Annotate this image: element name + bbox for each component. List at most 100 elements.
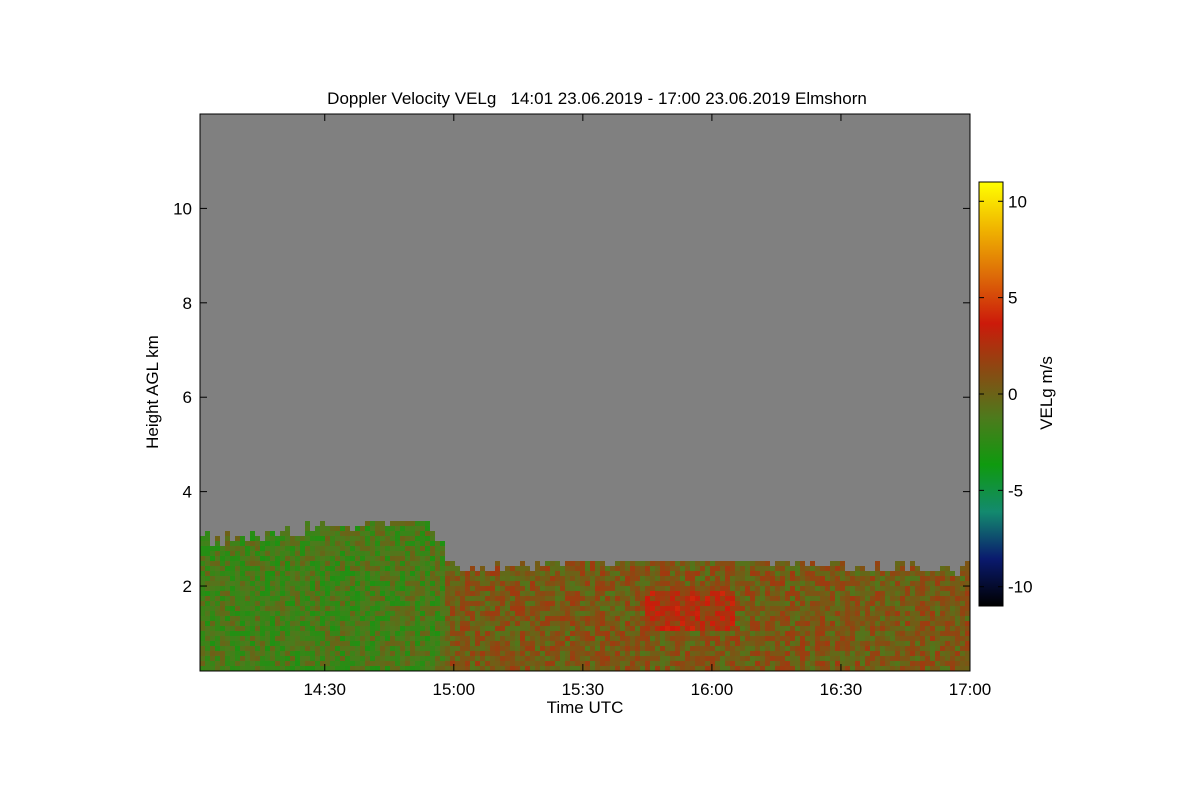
heatmap-cell <box>565 646 570 651</box>
heatmap-cell <box>395 576 400 581</box>
heatmap-cell <box>340 526 345 531</box>
heatmap-cell <box>660 581 665 586</box>
heatmap-cell <box>695 596 700 601</box>
heatmap-cell <box>860 596 865 601</box>
heatmap-cell <box>395 606 400 611</box>
heatmap-cell <box>315 561 320 566</box>
heatmap-cell <box>595 571 600 576</box>
heatmap-cell <box>545 601 550 606</box>
heatmap-cell <box>355 626 360 631</box>
heatmap-cell <box>415 586 420 591</box>
heatmap-cell <box>405 626 410 631</box>
heatmap-cell <box>260 636 265 641</box>
heatmap-cell <box>760 656 765 661</box>
heatmap-cell <box>440 651 445 656</box>
heatmap-cell <box>390 581 395 586</box>
heatmap-cell <box>295 546 300 551</box>
heatmap-cell <box>230 561 235 566</box>
heatmap-cell <box>570 591 575 596</box>
heatmap-cell <box>240 621 245 626</box>
heatmap-cell <box>610 596 615 601</box>
heatmap-cell <box>800 621 805 626</box>
heatmap-cell <box>210 621 215 626</box>
heatmap-cell <box>620 636 625 641</box>
heatmap-cell <box>700 631 705 636</box>
heatmap-cell <box>770 636 775 641</box>
heatmap-cell <box>710 626 715 631</box>
heatmap-cell <box>780 616 785 621</box>
heatmap-cell <box>800 581 805 586</box>
heatmap-cell <box>440 601 445 606</box>
heatmap-cell <box>810 621 815 626</box>
heatmap-cell <box>210 576 215 581</box>
heatmap-cell <box>885 616 890 621</box>
heatmap-cell <box>880 596 885 601</box>
heatmap-cell <box>415 526 420 531</box>
heatmap-cell <box>720 561 725 566</box>
heatmap-cell <box>925 591 930 596</box>
heatmap-cell <box>415 531 420 536</box>
heatmap-cell <box>435 601 440 606</box>
heatmap-cell <box>845 636 850 641</box>
heatmap-cell <box>335 651 340 656</box>
x-tick-label: 16:30 <box>820 680 863 699</box>
heatmap-cell <box>760 666 765 671</box>
heatmap-cell <box>745 621 750 626</box>
heatmap-cell <box>915 571 920 576</box>
heatmap-cell <box>370 646 375 651</box>
heatmap-cell <box>840 581 845 586</box>
heatmap-cell <box>640 621 645 626</box>
colorbar-tick-label: 0 <box>1008 385 1017 404</box>
heatmap-cell <box>730 626 735 631</box>
heatmap-cell <box>965 586 970 591</box>
heatmap-cell <box>345 541 350 546</box>
heatmap-cell <box>875 566 880 571</box>
heatmap-cell <box>890 641 895 646</box>
heatmap-cell <box>285 621 290 626</box>
heatmap-cell <box>450 651 455 656</box>
heatmap-cell <box>635 601 640 606</box>
heatmap-cell <box>460 626 465 631</box>
heatmap-cell <box>910 606 915 611</box>
heatmap-cell <box>840 616 845 621</box>
heatmap-cell <box>925 606 930 611</box>
heatmap-cell <box>685 636 690 641</box>
heatmap-cell <box>900 601 905 606</box>
heatmap-cell <box>760 661 765 666</box>
heatmap-cell <box>955 586 960 591</box>
heatmap-cell <box>510 596 515 601</box>
heatmap-cell <box>475 646 480 651</box>
heatmap-cell <box>735 616 740 621</box>
heatmap-cell <box>690 601 695 606</box>
heatmap-cell <box>220 576 225 581</box>
heatmap-cell <box>370 551 375 556</box>
heatmap-cell <box>755 626 760 631</box>
heatmap-cell <box>260 556 265 561</box>
chart-figure: Doppler Velocity VELg 14:01 23.06.2019 -… <box>0 0 1200 800</box>
heatmap-cell <box>605 581 610 586</box>
heatmap-cell <box>275 651 280 656</box>
heatmap-cell <box>570 601 575 606</box>
heatmap-cell <box>955 631 960 636</box>
heatmap-cell <box>815 596 820 601</box>
heatmap-cell <box>535 646 540 651</box>
heatmap-cell <box>595 631 600 636</box>
heatmap-cell <box>475 651 480 656</box>
heatmap-cell <box>590 611 595 616</box>
heatmap-cell <box>400 656 405 661</box>
heatmap-cell <box>355 541 360 546</box>
heatmap-cell <box>885 661 890 666</box>
heatmap-cell <box>490 606 495 611</box>
heatmap-cell <box>775 561 780 566</box>
heatmap-cell <box>760 651 765 656</box>
heatmap-cell <box>635 646 640 651</box>
heatmap-cell <box>595 646 600 651</box>
heatmap-cell <box>815 566 820 571</box>
heatmap-cell <box>260 661 265 666</box>
heatmap-cell <box>370 621 375 626</box>
heatmap-cell <box>280 616 285 621</box>
heatmap-cell <box>400 536 405 541</box>
heatmap-cell <box>500 631 505 636</box>
heatmap-cell <box>300 651 305 656</box>
heatmap-cell <box>835 581 840 586</box>
